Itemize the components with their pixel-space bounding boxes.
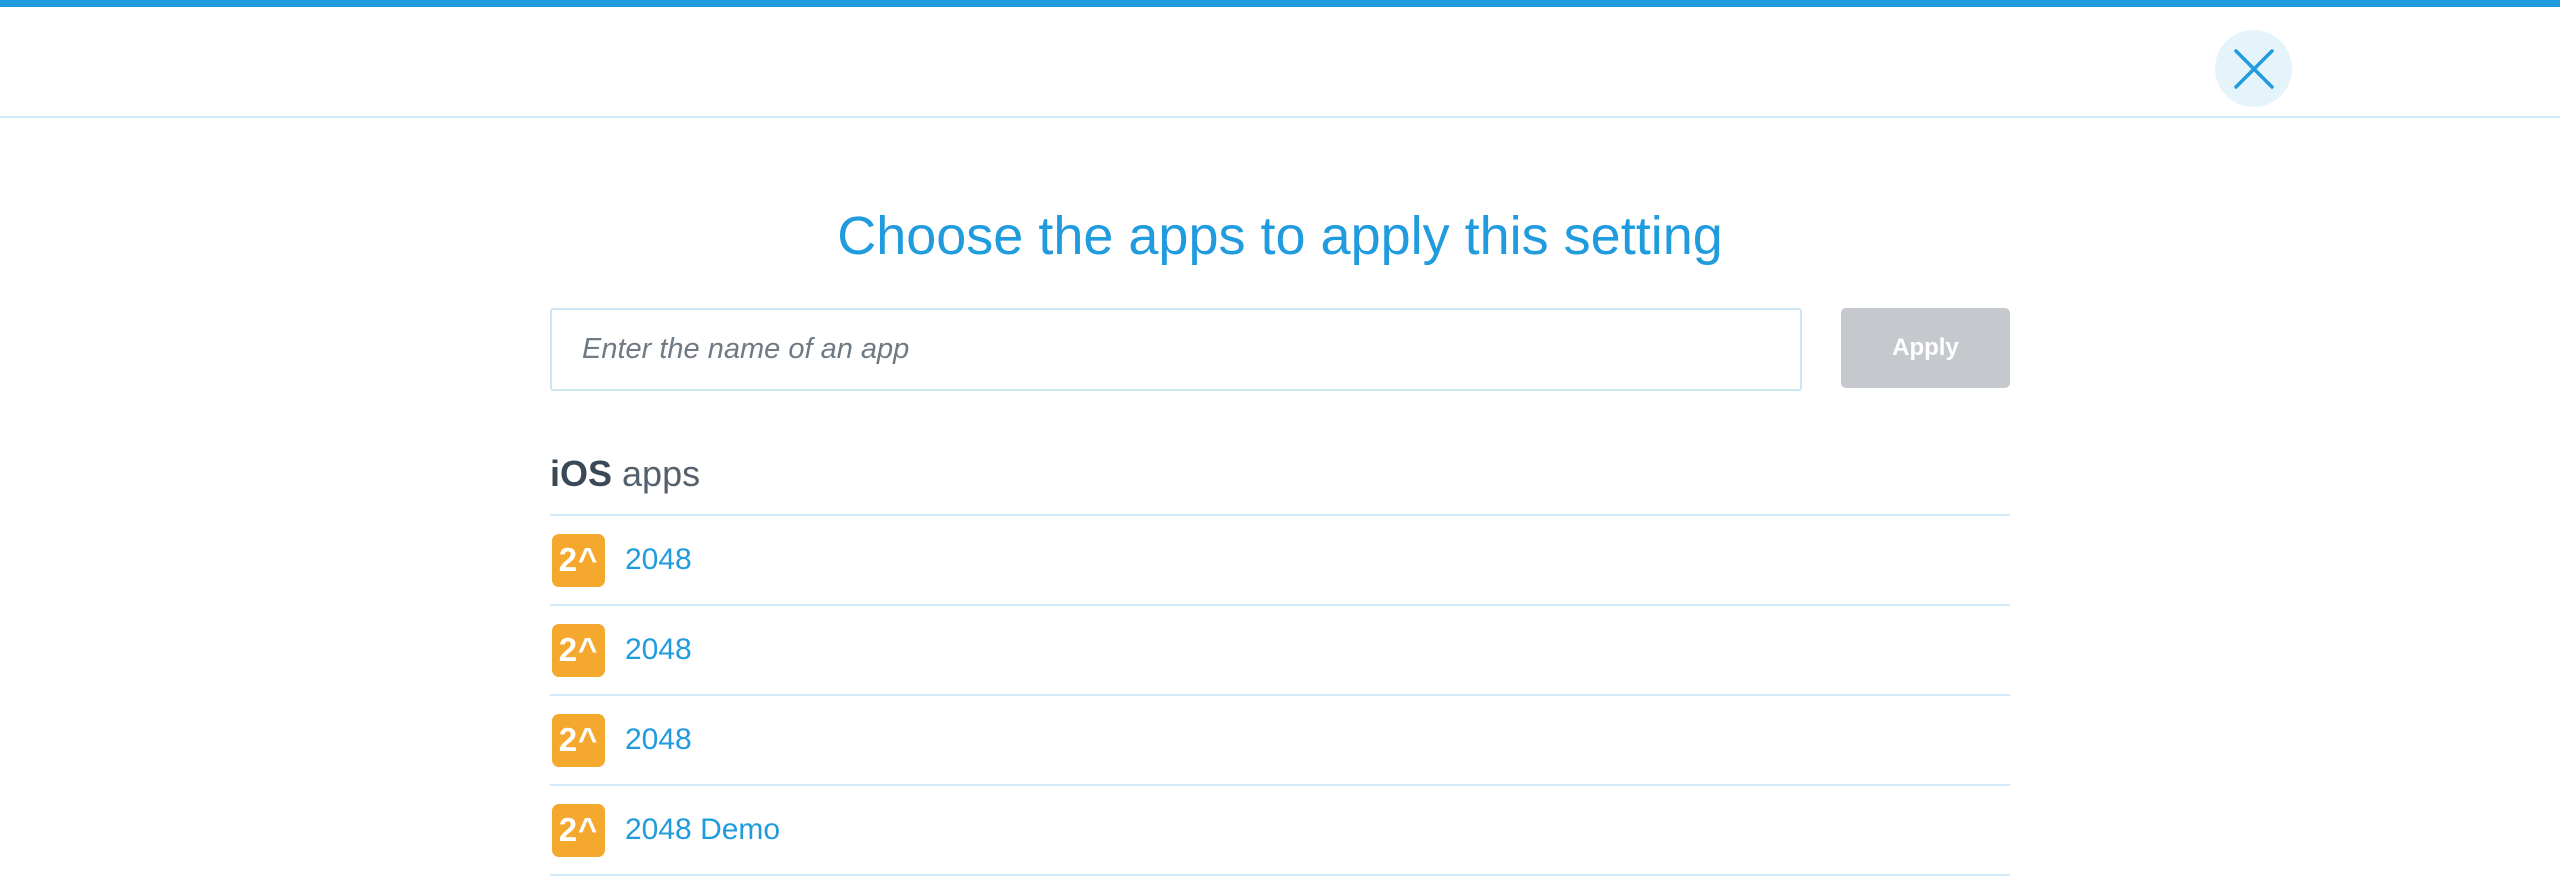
- section-heading-ios-apps: iOS apps: [550, 452, 700, 496]
- app-search-input[interactable]: [550, 308, 1802, 391]
- app-icon: 2^: [552, 713, 605, 767]
- top-accent-bar: [0, 0, 2560, 7]
- page-title: Choose the apps to apply this setting: [837, 206, 1723, 266]
- app-name: 2048: [625, 723, 692, 756]
- close-icon: [2233, 48, 2274, 89]
- app-list-item[interactable]: 2^ 2048 Demo: [550, 786, 2010, 876]
- app-list-item[interactable]: 2^ 2048: [550, 696, 2010, 786]
- app-list-item[interactable]: 2^ 2048: [550, 606, 2010, 696]
- section-suffix: apps: [622, 453, 701, 494]
- section-platform: iOS: [550, 453, 613, 494]
- app-icon: 2^: [552, 623, 605, 677]
- app-list: 2^ 2048 2^ 2048 2^ 2048 2^ 2048 Demo: [550, 514, 2010, 876]
- app-name: 2048: [625, 633, 692, 666]
- app-icon: 2^: [552, 803, 605, 857]
- app-list-item[interactable]: 2^ 2048: [550, 516, 2010, 606]
- app-name: 2048 Demo: [625, 813, 781, 846]
- app-name: 2048: [625, 543, 692, 576]
- app-icon: 2^: [552, 533, 605, 587]
- modal-header: [0, 7, 2560, 118]
- apply-button[interactable]: Apply: [1841, 308, 2010, 388]
- close-button[interactable]: [2215, 30, 2292, 107]
